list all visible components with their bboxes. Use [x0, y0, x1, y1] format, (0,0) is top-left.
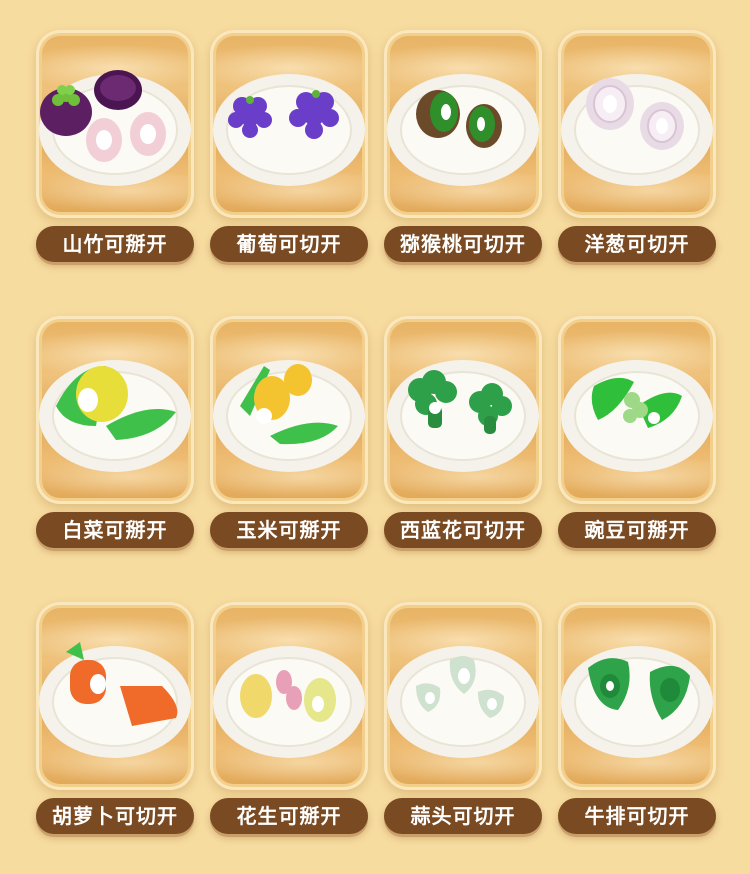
carrot-illustration	[39, 642, 191, 758]
broccoli-illustration	[387, 360, 539, 472]
card-onion[interactable]	[558, 30, 716, 218]
card-pea[interactable]	[558, 316, 716, 504]
label-grape: 葡萄可切开	[210, 226, 368, 262]
label-peanut: 花生可掰开	[210, 798, 368, 834]
card-steak[interactable]	[558, 602, 716, 790]
card-grape[interactable]	[210, 30, 368, 218]
card-kiwi[interactable]	[384, 30, 542, 218]
cabbage-illustration	[39, 360, 191, 472]
mangosteen-illustration	[39, 70, 191, 186]
product-grid: 山竹可掰开 葡萄可切开 猕猴桃可切开 洋葱可切开 白菜可掰开 玉米可掰开 西蓝花…	[0, 0, 750, 874]
grape-illustration	[213, 74, 365, 186]
card-broccoli[interactable]	[384, 316, 542, 504]
onion-illustration	[561, 74, 713, 186]
label-cabbage: 白菜可掰开	[36, 512, 194, 548]
kiwi-illustration	[387, 74, 539, 186]
peanut-illustration	[213, 646, 365, 758]
label-broccoli: 西蓝花可切开	[384, 512, 542, 548]
corn-illustration	[213, 360, 365, 472]
label-mangosteen: 山竹可掰开	[36, 226, 194, 262]
label-pea: 豌豆可掰开	[558, 512, 716, 548]
card-garlic[interactable]	[384, 602, 542, 790]
card-mangosteen[interactable]	[36, 30, 194, 218]
label-garlic: 蒜头可切开	[384, 798, 542, 834]
label-steak: 牛排可切开	[558, 798, 716, 834]
label-onion: 洋葱可切开	[558, 226, 716, 262]
card-peanut[interactable]	[210, 602, 368, 790]
card-cabbage[interactable]	[36, 316, 194, 504]
steak-illustration	[561, 646, 713, 758]
pea-illustration	[561, 360, 713, 472]
card-corn[interactable]	[210, 316, 368, 504]
label-kiwi: 猕猴桃可切开	[384, 226, 542, 262]
label-corn: 玉米可掰开	[210, 512, 368, 548]
label-carrot: 胡萝卜可切开	[36, 798, 194, 834]
card-carrot[interactable]	[36, 602, 194, 790]
garlic-illustration	[387, 646, 539, 758]
